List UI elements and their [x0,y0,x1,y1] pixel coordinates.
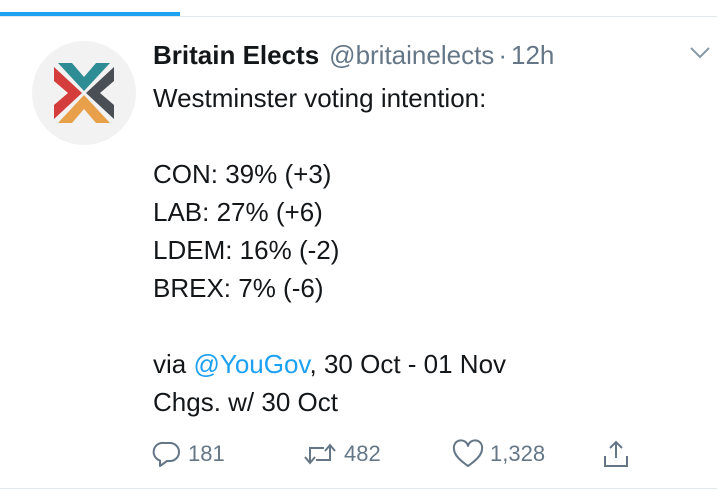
author-handle[interactable]: @britainelects [329,38,494,72]
retweet-button[interactable]: 482 [302,436,381,472]
chevron-down-icon[interactable] [689,46,711,60]
tweet-view: Britain Elects @britainelects · 12h West… [0,0,717,502]
tweet-line: LDEM: 16% (-2) [153,235,340,265]
tweet-line: Chgs. w/ 30 Oct [153,387,338,417]
author-name[interactable]: Britain Elects [153,38,319,72]
like-count: 1,328 [490,441,546,466]
heart-icon [452,439,484,467]
tweet-line: BREX: 7% (-6) [153,273,324,303]
tweet-header: Britain Elects @britainelects · 12h [153,38,554,72]
tweet-line: LAB: 27% (+6) [153,197,323,227]
britain-elects-logo [54,63,114,123]
tweet-actions: 181 482 1,328 [152,436,652,472]
tweet-body: Westminster voting intention: CON: 39% (… [153,79,693,421]
tweet-line: CON: 39% (+3) [153,159,332,189]
share-icon [604,440,628,467]
retweet-count: 482 [344,441,381,466]
reply-button[interactable]: 181 [152,436,225,472]
like-button[interactable]: 1,328 [452,436,545,472]
separator-dot: · [498,40,507,70]
avatar[interactable] [32,41,136,145]
retweet-icon [304,443,336,465]
share-button[interactable] [600,436,632,472]
yougov-mention-link[interactable]: @YouGov [193,349,309,379]
reply-count: 181 [188,441,225,466]
top-divider [0,16,717,17]
tweet-line: Westminster voting intention: [153,83,487,113]
via-suffix: , 30 Oct - 01 Nov [309,349,507,379]
tweet-timestamp[interactable]: 12h [511,38,554,72]
tweet-line-source: via @YouGov, 30 Oct - 01 Nov [153,345,693,383]
via-prefix: via [153,349,194,379]
bottom-divider [0,488,717,489]
reply-icon [152,441,180,467]
